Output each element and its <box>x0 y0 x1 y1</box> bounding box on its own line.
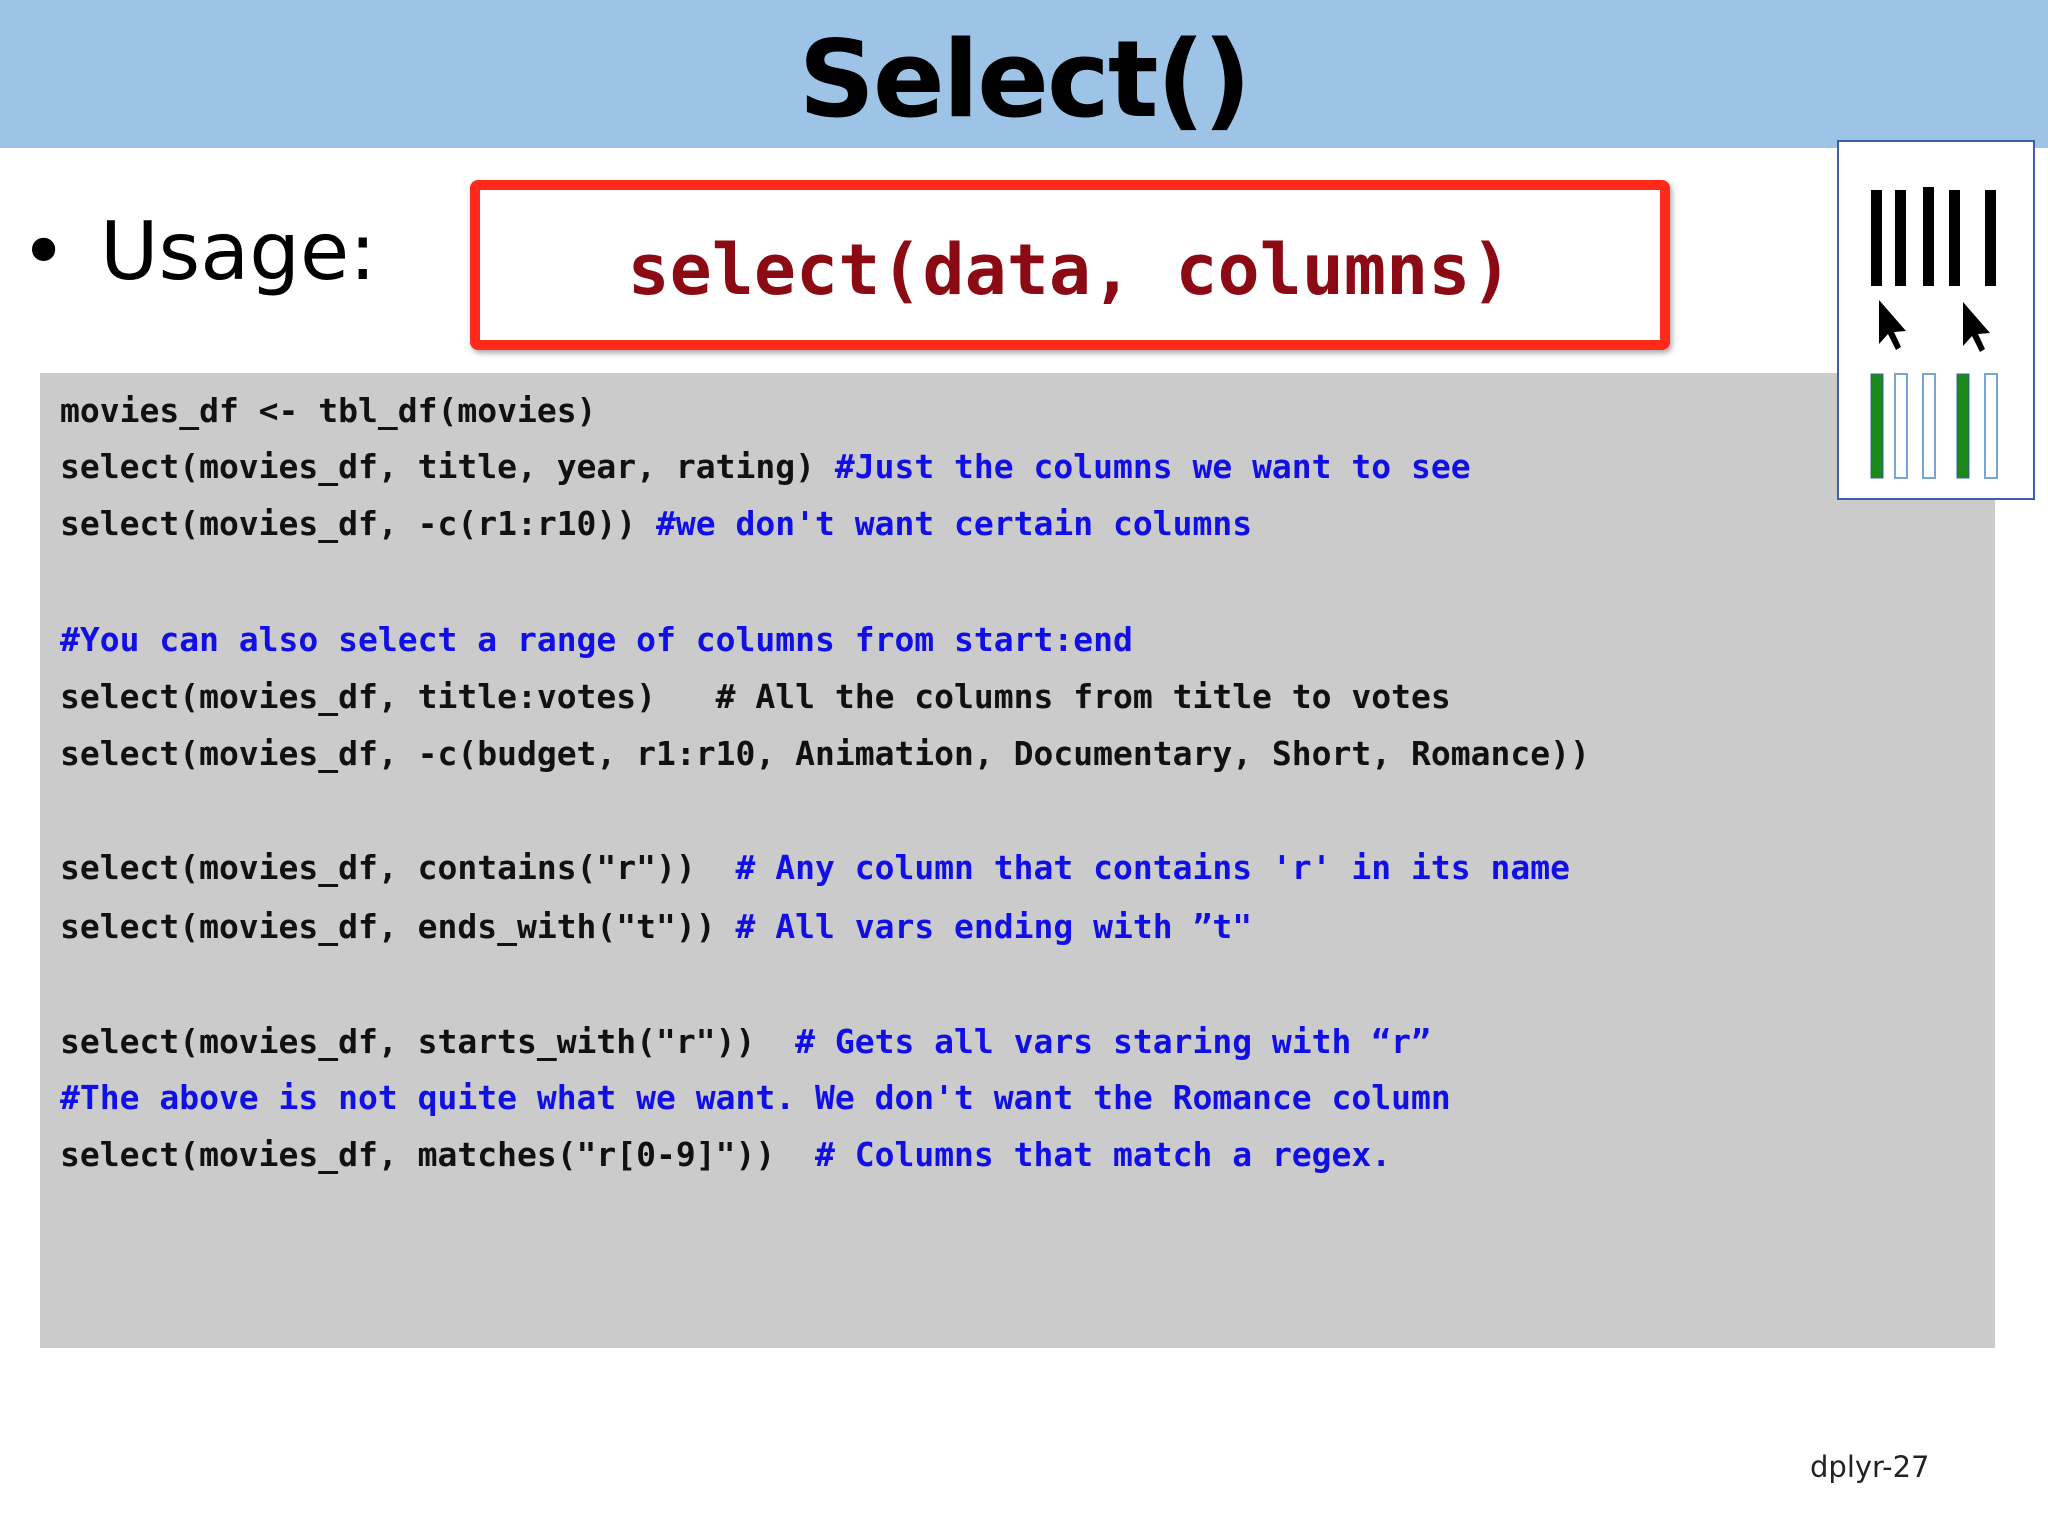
column-bar-icon <box>1985 190 1996 286</box>
column-bar-icon <box>1871 190 1882 286</box>
code-line: select(movies_df, contains("r")) # Any c… <box>60 848 1570 887</box>
unselected-column-icon <box>1922 373 1936 479</box>
usage-bullet: • Usage: <box>20 205 376 298</box>
code-line: #The above is not quite what we want. We… <box>60 1078 1451 1117</box>
cursor-arrow-icon <box>1963 302 1990 352</box>
unselected-column-icon <box>1894 373 1908 479</box>
unselected-column-icon <box>1984 373 1998 479</box>
cursor-arrow-icon <box>1879 300 1906 350</box>
title-bar: Select() <box>0 0 2048 148</box>
usage-label: Usage: <box>100 205 377 298</box>
code-line: select(movies_df, matches("r[0-9]")) # C… <box>60 1135 1392 1174</box>
function-signature: select(data, columns) <box>627 229 1513 311</box>
column-bar-icon <box>1895 190 1906 286</box>
code-line: select(movies_df, -c(budget, r1:r10, Ani… <box>60 734 1590 773</box>
code-panel: movies_df <- tbl_df(movies) select(movie… <box>40 373 1995 1348</box>
code-line: select(movies_df, ends_with("t")) # All … <box>60 907 1253 946</box>
code-line: select(movies_df, -c(r1:r10)) #we don't … <box>60 504 1253 543</box>
selected-column-icon <box>1870 373 1884 479</box>
bullet-marker: • <box>20 205 68 298</box>
selected-column-icon <box>1956 373 1970 479</box>
slide-number: dplyr-27 <box>1810 1450 1930 1484</box>
column-select-icon <box>1837 140 2035 500</box>
slide-title: Select() <box>798 18 1252 141</box>
column-bar-icon <box>1949 190 1960 286</box>
code-line: #You can also select a range of columns … <box>60 620 1133 659</box>
code-line: movies_df <- tbl_df(movies) <box>60 391 597 430</box>
column-select-graphic <box>1870 187 1998 479</box>
code-line: select(movies_df, starts_with("r")) # Ge… <box>60 1022 1431 1061</box>
column-bar-icon <box>1923 187 1934 286</box>
function-signature-box: select(data, columns) <box>470 180 1670 350</box>
code-line: select(movies_df, title:votes) # All the… <box>60 677 1451 716</box>
code-line: select(movies_df, title, year, rating) #… <box>60 447 1471 486</box>
